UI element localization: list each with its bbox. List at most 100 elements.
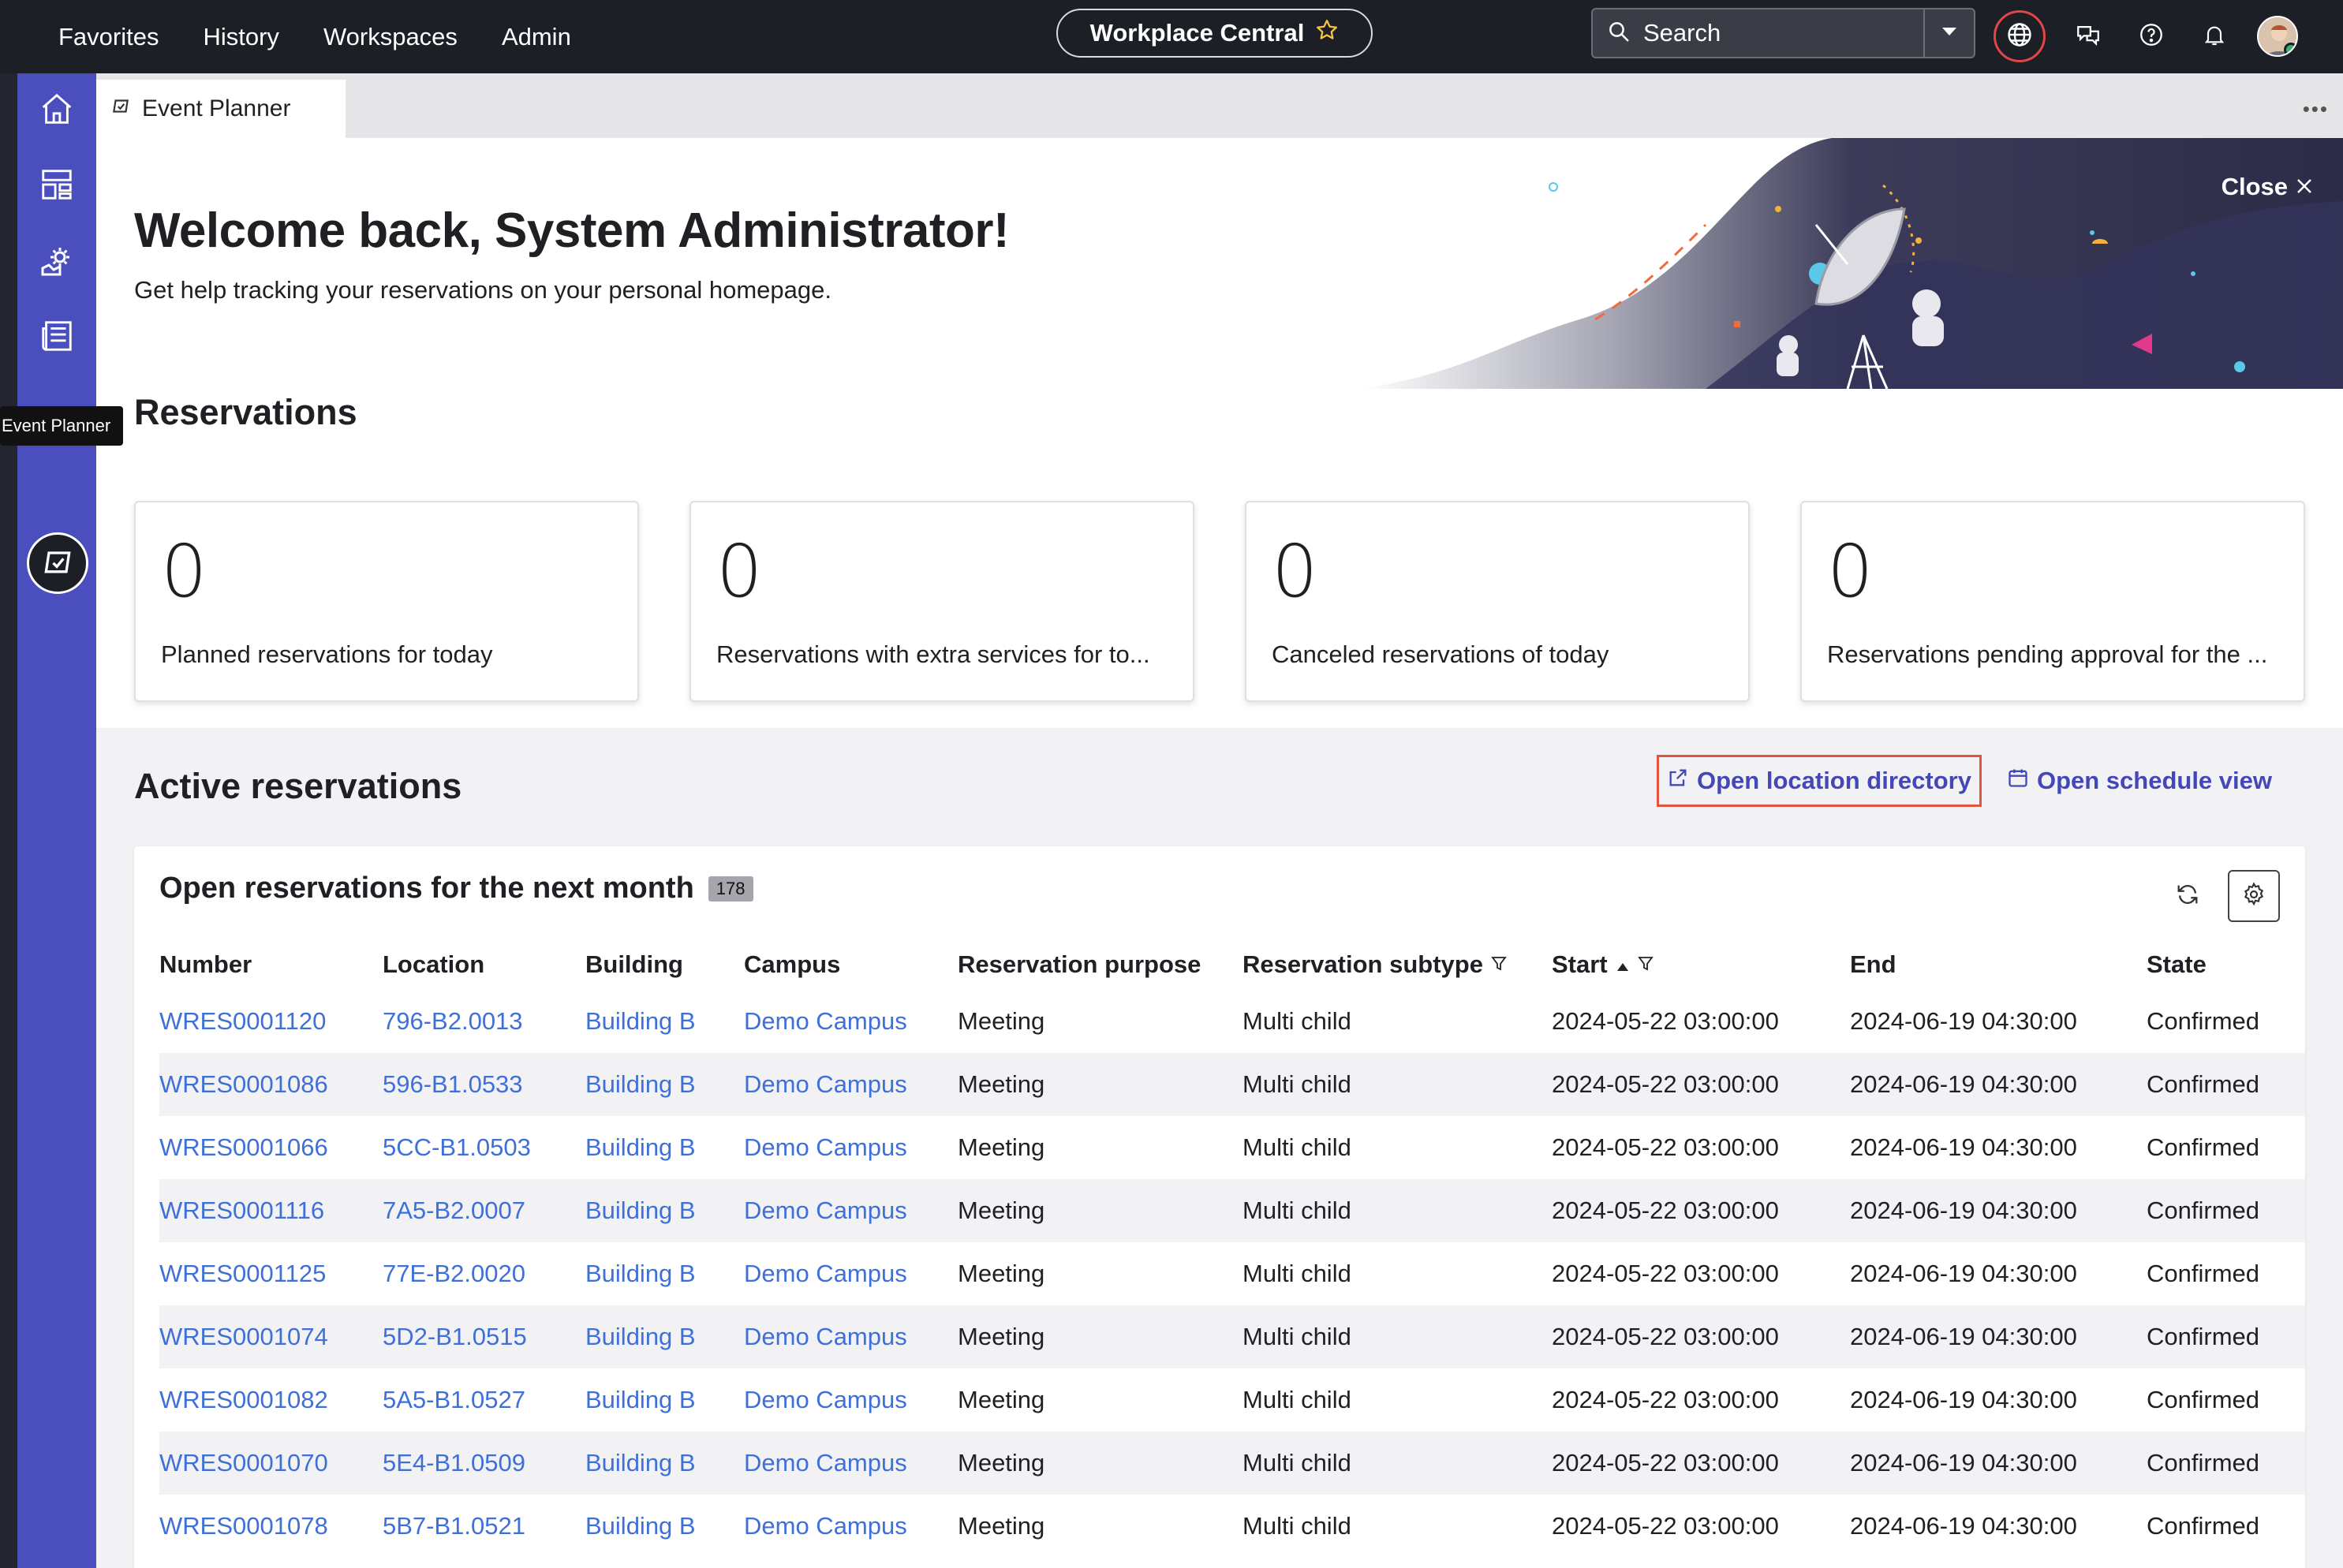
- col-start[interactable]: Start: [1552, 939, 1850, 990]
- cell-number[interactable]: WRES0001116: [159, 1179, 383, 1242]
- menu-admin[interactable]: Admin: [480, 0, 593, 73]
- menu-favorites[interactable]: Favorites: [44, 0, 181, 73]
- main-content: Welcome back, System Administrator! Get …: [96, 138, 2343, 1568]
- cell-building[interactable]: Building B: [585, 1053, 744, 1116]
- cell-location[interactable]: 5E4-B1.0509: [383, 1432, 585, 1495]
- more-options-icon[interactable]: •••: [2303, 97, 2329, 121]
- close-banner-button[interactable]: Close: [2222, 173, 2313, 201]
- table-row[interactable]: WRES0001086 596-B1.0533 Building B Demo …: [159, 1053, 2305, 1116]
- table-row[interactable]: WRES0001125 77E-B2.0020 Building B Demo …: [159, 1242, 2305, 1305]
- cell-building[interactable]: Building B: [585, 1116, 744, 1179]
- globe-button[interactable]: [1994, 10, 2046, 62]
- search-input[interactable]: [1643, 19, 1880, 47]
- sidebar-home[interactable]: [17, 83, 96, 138]
- cell-location[interactable]: 5B7-B1.0521: [383, 1495, 585, 1558]
- dashboard-icon: [39, 166, 75, 207]
- cell-campus[interactable]: Demo Campus: [744, 1179, 958, 1242]
- cell-building[interactable]: Building B: [585, 1305, 744, 1368]
- notifications-button[interactable]: [2194, 16, 2235, 57]
- cell-location[interactable]: 5CC-B1.0503: [383, 1116, 585, 1179]
- table-row[interactable]: WRES0001078 5B7-B1.0521 Building B Demo …: [159, 1495, 2305, 1558]
- star-icon[interactable]: [1315, 18, 1339, 48]
- cell-purpose: Meeting: [958, 1432, 1242, 1495]
- open-location-label: Open location directory: [1697, 767, 1971, 794]
- table-row[interactable]: WRES0001082 5A5-B1.0527 Building B Demo …: [159, 1368, 2305, 1432]
- gear-icon: [2241, 881, 2266, 911]
- cell-state: Confirmed: [2147, 1007, 2259, 1035]
- cell-location[interactable]: 796-B2.0013: [383, 990, 585, 1053]
- col-number[interactable]: Number: [159, 939, 383, 990]
- open-schedule-view-link[interactable]: Open schedule view: [1999, 757, 2280, 805]
- cell-building[interactable]: Building B: [585, 1432, 744, 1495]
- cell-number[interactable]: WRES0001074: [159, 1305, 383, 1368]
- col-end[interactable]: End: [1850, 939, 2147, 990]
- cell-building[interactable]: Building B: [585, 1368, 744, 1432]
- cell-number[interactable]: WRES0001070: [159, 1432, 383, 1495]
- cell-location[interactable]: 77E-B2.0020: [383, 1242, 585, 1305]
- bell-icon: [2202, 22, 2227, 51]
- cell-campus[interactable]: Demo Campus: [744, 1116, 958, 1179]
- cell-number[interactable]: WRES0001078: [159, 1495, 383, 1558]
- menu-history[interactable]: History: [181, 0, 301, 73]
- cell-number[interactable]: WRES0001125: [159, 1242, 383, 1305]
- cell-number[interactable]: WRES0001082: [159, 1368, 383, 1432]
- cell-building[interactable]: Building B: [585, 1495, 744, 1558]
- cell-campus[interactable]: Demo Campus: [744, 1368, 958, 1432]
- table-row[interactable]: WRES0001120 796-B2.0013 Building B Demo …: [159, 990, 2305, 1053]
- table-settings-button[interactable]: [2228, 870, 2280, 922]
- cell-number[interactable]: WRES0001086: [159, 1053, 383, 1116]
- cell-campus[interactable]: Demo Campus: [744, 1053, 958, 1116]
- cell-purpose: Meeting: [958, 1386, 1045, 1413]
- table-row[interactable]: WRES0001116 7A5-B2.0007 Building B Demo …: [159, 1179, 2305, 1242]
- cell-campus[interactable]: Demo Campus: [744, 1495, 958, 1558]
- user-avatar[interactable]: [2257, 16, 2298, 57]
- cell-campus[interactable]: Demo Campus: [744, 1305, 958, 1368]
- sort-ascending-icon[interactable]: [1616, 950, 1630, 979]
- col-building[interactable]: Building: [585, 939, 744, 990]
- sidebar-news[interactable]: [17, 310, 96, 365]
- cell-campus[interactable]: Demo Campus: [744, 1242, 958, 1305]
- cell-campus[interactable]: Demo Campus: [744, 990, 958, 1053]
- search-scope-dropdown[interactable]: [1925, 9, 1974, 57]
- col-campus[interactable]: Campus: [744, 939, 958, 990]
- sidebar-event-planner[interactable]: [27, 532, 88, 594]
- cell-building[interactable]: Building B: [585, 1179, 744, 1242]
- col-reservation-subtype[interactable]: Reservation subtype: [1242, 939, 1552, 990]
- filter-icon[interactable]: [1491, 950, 1507, 979]
- menu-workspaces[interactable]: Workspaces: [301, 0, 480, 73]
- cell-building[interactable]: Building B: [585, 990, 744, 1053]
- open-location-directory-link[interactable]: Open location directory: [1657, 755, 1982, 807]
- card-extra-services[interactable]: 0 Reservations with extra services for t…: [689, 501, 1194, 702]
- cell-location[interactable]: 7A5-B2.0007: [383, 1179, 585, 1242]
- cell-end: 2024-06-19 04:30:00: [1850, 1260, 2077, 1287]
- cell-location[interactable]: 5A5-B1.0527: [383, 1368, 585, 1432]
- table-row[interactable]: WRES0001070 5E4-B1.0509 Building B Demo …: [159, 1432, 2305, 1495]
- sidebar-workflows[interactable]: [17, 234, 96, 289]
- col-reservation-purpose[interactable]: Reservation purpose: [958, 939, 1242, 990]
- refresh-icon[interactable]: [2174, 881, 2201, 912]
- search-field: [1593, 9, 1925, 57]
- cell-location[interactable]: 5D2-B1.0515: [383, 1305, 585, 1368]
- cell-number[interactable]: WRES0001066: [159, 1116, 383, 1179]
- cell-location[interactable]: 596-B1.0533: [383, 1053, 585, 1116]
- cell-campus[interactable]: Demo Campus: [744, 1432, 958, 1495]
- cell-number[interactable]: WRES0001120: [159, 990, 383, 1053]
- tab-event-planner[interactable]: Event Planner: [96, 80, 346, 138]
- col-state[interactable]: State: [2147, 939, 2305, 990]
- sidebar-dashboard[interactable]: [17, 159, 96, 214]
- event-planner-tab-icon: [110, 95, 131, 122]
- filter-icon[interactable]: [1637, 950, 1654, 979]
- table-row[interactable]: WRES0001074 5D2-B1.0515 Building B Demo …: [159, 1305, 2305, 1368]
- col-location[interactable]: Location: [383, 939, 585, 990]
- card-pending-approval[interactable]: 0 Reservations pending approval for the …: [1800, 501, 2305, 702]
- cell-building[interactable]: Building B: [585, 1242, 744, 1305]
- card-planned-today[interactable]: 0 Planned reservations for today: [134, 501, 639, 702]
- tab-label: Event Planner: [142, 95, 291, 121]
- table-actions: [2174, 870, 2280, 922]
- active-reservation-links: Open location directory Open schedule vi…: [1657, 755, 2280, 807]
- workplace-central-pill[interactable]: Workplace Central: [1056, 9, 1373, 58]
- chat-button[interactable]: [2068, 16, 2109, 57]
- card-canceled-today[interactable]: 0 Canceled reservations of today: [1245, 501, 1750, 702]
- table-row[interactable]: WRES0001066 5CC-B1.0503 Building B Demo …: [159, 1116, 2305, 1179]
- help-button[interactable]: [2131, 16, 2172, 57]
